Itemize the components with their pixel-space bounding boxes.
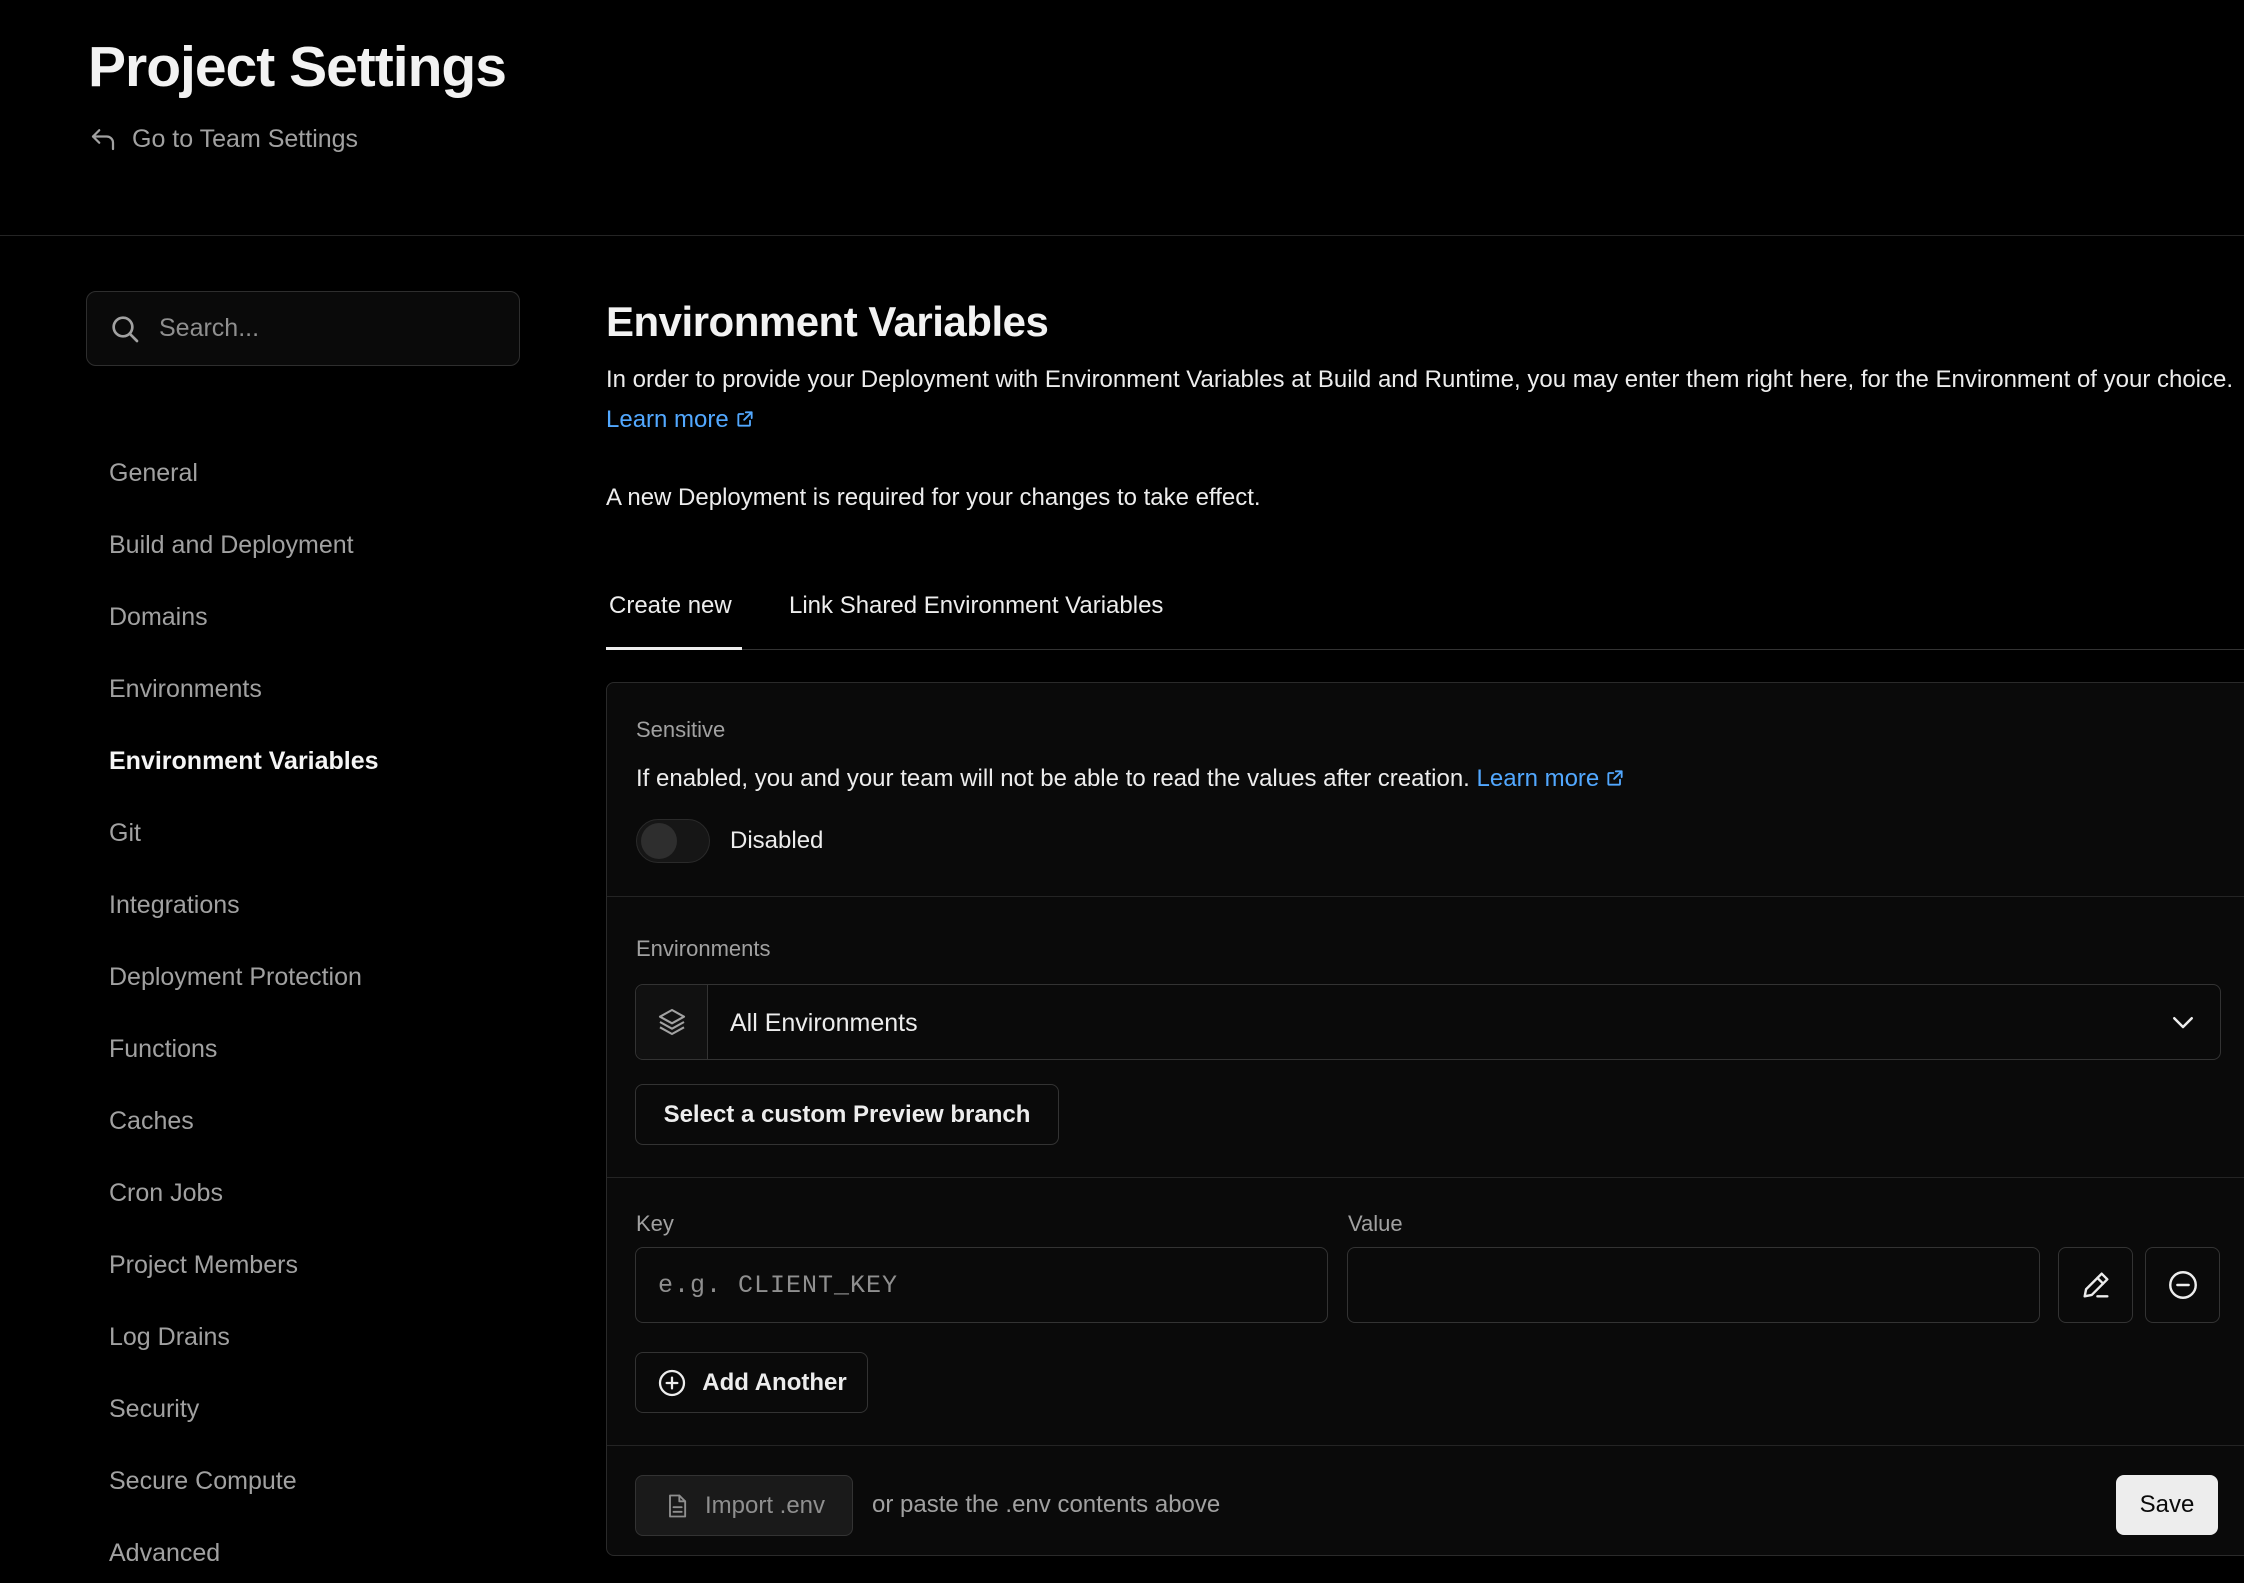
import-env-button[interactable]: Import .env [635, 1475, 853, 1536]
sidebar-item-functions[interactable]: Functions [109, 1021, 379, 1093]
sidebar-item-integrations[interactable]: Integrations [109, 877, 379, 949]
pencil-icon [2082, 1272, 2109, 1298]
sidebar-nav: General Build and Deployment Domains Env… [109, 445, 379, 1583]
edit-value-button[interactable] [2058, 1247, 2133, 1323]
sidebar-item-general[interactable]: General [109, 445, 379, 517]
sidebar-item-security[interactable]: Security [109, 1381, 379, 1453]
remove-variable-button[interactable] [2145, 1247, 2220, 1323]
minus-circle-icon [2168, 1271, 2197, 1299]
tab-link-shared[interactable]: Link Shared Environment Variables [789, 592, 1163, 620]
sensitive-learn-more-link[interactable]: Learn more [1477, 765, 1626, 792]
learn-more-label: Learn more [606, 406, 729, 433]
sidebar-item-git[interactable]: Git [109, 805, 379, 877]
key-field[interactable] [635, 1247, 1328, 1323]
page-header: Project Settings Go to Team Settings [0, 0, 2244, 236]
sidebar-item-log-drains[interactable]: Log Drains [109, 1309, 379, 1381]
tabs-divider [606, 649, 2244, 650]
save-button[interactable]: Save [2116, 1475, 2218, 1535]
sidebar-item-deployment-protection[interactable]: Deployment Protection [109, 949, 379, 1021]
value-label: Value [1348, 1211, 1403, 1236]
card-divider [607, 1177, 2244, 1178]
environments-select[interactable]: All Environments [635, 984, 2221, 1060]
sensitive-description: If enabled, you and your team will not b… [636, 765, 1625, 793]
sidebar-item-project-members[interactable]: Project Members [109, 1237, 379, 1309]
search-icon [112, 315, 139, 342]
card-divider [607, 1445, 2244, 1446]
card-divider [607, 896, 2244, 897]
learn-more-link[interactable]: Learn more [606, 406, 755, 433]
key-label: Key [636, 1211, 674, 1236]
back-link-label: Go to Team Settings [132, 124, 359, 153]
chevron-down-icon [2173, 1017, 2193, 1029]
sensitive-text: If enabled, you and your team will not b… [636, 765, 1470, 792]
search-input[interactable] [159, 314, 479, 343]
value-input[interactable] [1348, 1248, 2039, 1322]
create-env-card: Sensitive If enabled, you and your team … [606, 682, 2244, 1556]
description-text: In order to provide your Deployment with… [606, 366, 2234, 393]
sidebar-item-environment-variables[interactable]: Environment Variables [109, 733, 379, 805]
sidebar-item-advanced[interactable]: Advanced [109, 1525, 379, 1583]
layers-icon [658, 1008, 685, 1036]
paste-hint: or paste the .env contents above [872, 1491, 1221, 1518]
external-link-icon [737, 411, 753, 427]
file-icon [669, 1494, 687, 1517]
value-field[interactable] [1347, 1247, 2040, 1323]
sidebar-search[interactable] [86, 291, 520, 366]
back-to-team-settings-link[interactable]: Go to Team Settings [88, 124, 358, 154]
deployment-note: A new Deployment is required for your ch… [606, 484, 1261, 511]
external-link-icon [1607, 770, 1623, 786]
import-env-label: Import .env [704, 1491, 826, 1519]
add-another-button[interactable]: Add Another [635, 1352, 868, 1413]
section-title: Environment Variables [606, 298, 1049, 345]
page: Project Settings Go to Team Settings Gen… [0, 0, 2244, 1583]
plus-circle-icon [659, 1369, 686, 1396]
sidebar-item-cron-jobs[interactable]: Cron Jobs [109, 1165, 379, 1237]
layers-icon-box [636, 985, 708, 1059]
sidebar-item-secure-compute[interactable]: Secure Compute [109, 1453, 379, 1525]
environments-selected: All Environments [730, 1009, 918, 1037]
environments-label: Environments [636, 936, 771, 961]
sensitive-toggle[interactable] [636, 819, 710, 863]
tab-create-new[interactable]: Create new [609, 592, 732, 620]
section-description: In order to provide your Deployment with… [606, 360, 2236, 440]
select-preview-branch-button[interactable]: Select a custom Preview branch [635, 1084, 1059, 1145]
sidebar-item-caches[interactable]: Caches [109, 1093, 379, 1165]
sidebar-item-environments[interactable]: Environments [109, 661, 379, 733]
sensitive-toggle-state: Disabled [730, 827, 824, 854]
active-tab-indicator [606, 647, 742, 650]
arrow-back-icon [91, 129, 115, 151]
key-input[interactable] [636, 1248, 1327, 1322]
sidebar-item-build-and-deployment[interactable]: Build and Deployment [109, 517, 379, 589]
page-title: Project Settings [88, 35, 507, 99]
sensitive-label: Sensitive [636, 717, 726, 742]
add-another-label: Add Another [702, 1368, 847, 1396]
sensitive-learn-more-label: Learn more [1476, 765, 1600, 792]
toggle-knob [641, 823, 677, 859]
sidebar-item-domains[interactable]: Domains [109, 589, 379, 661]
